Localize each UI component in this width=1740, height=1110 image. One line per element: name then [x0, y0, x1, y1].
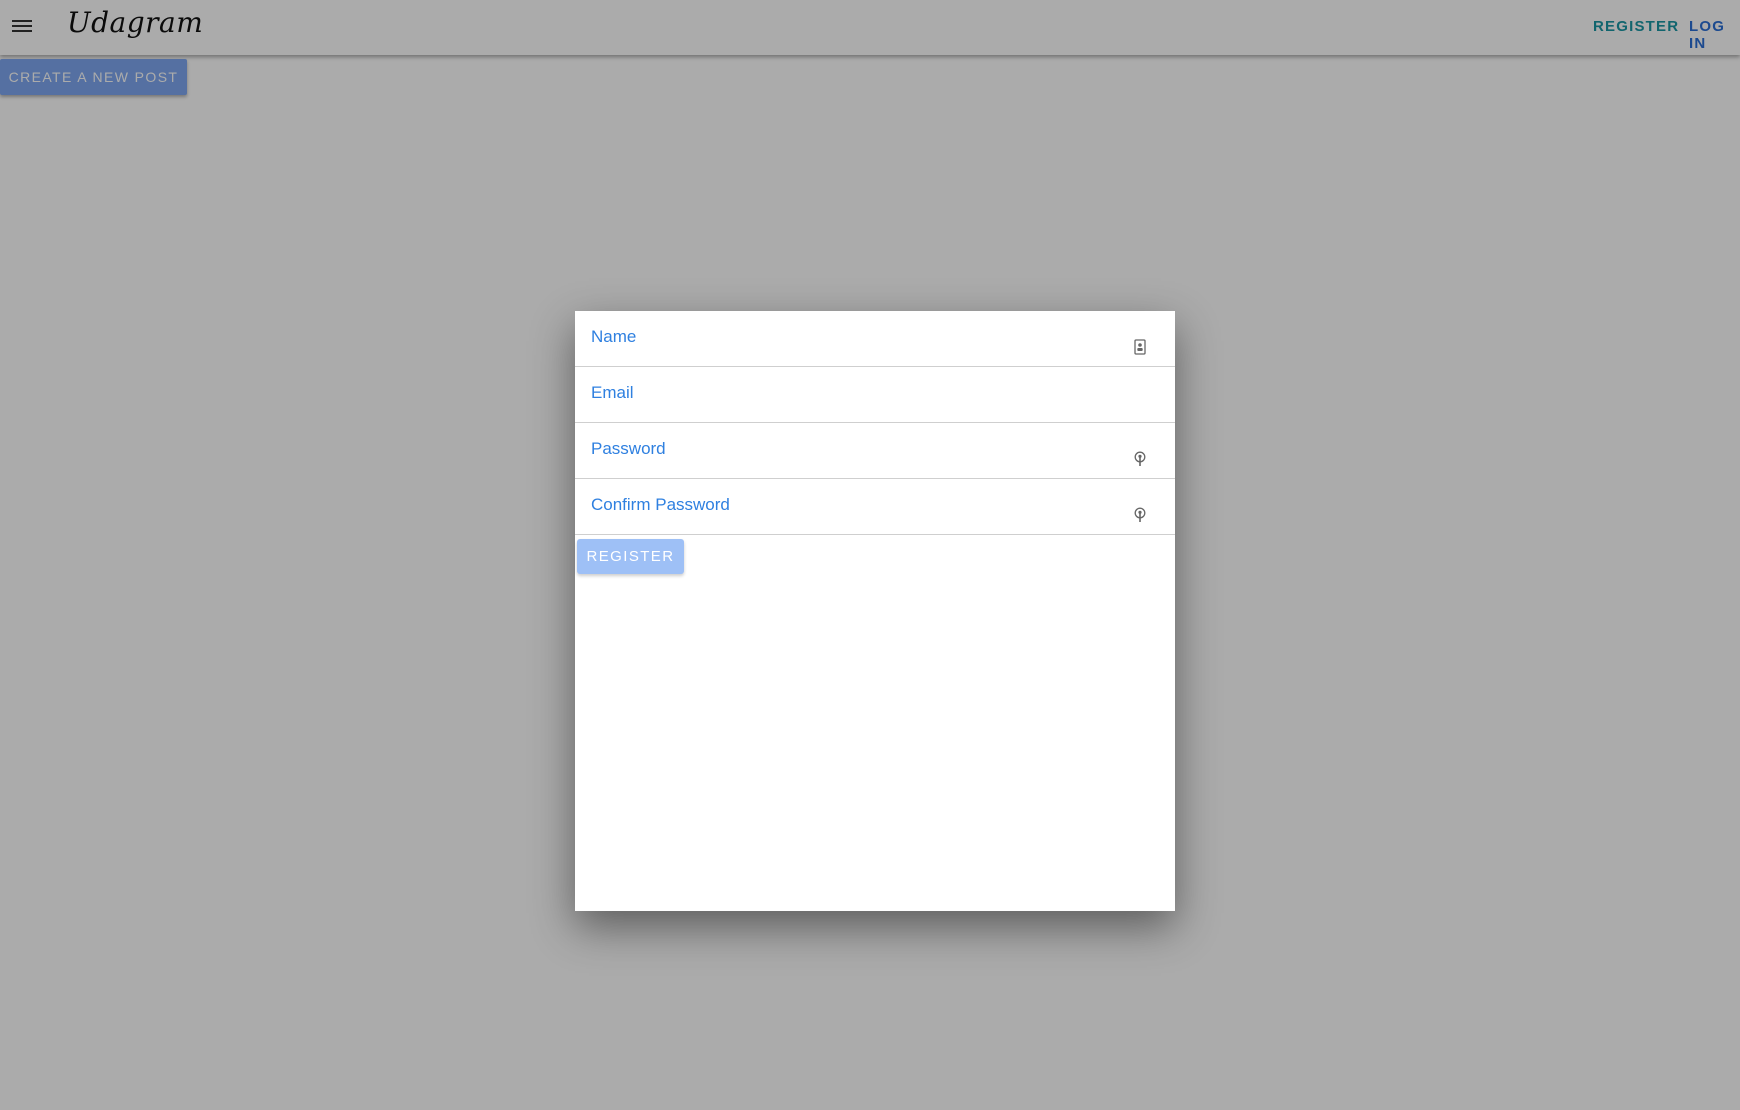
register-submit-button[interactable]: REGISTER — [577, 539, 684, 574]
email-input[interactable] — [575, 367, 1175, 422]
contact-card-icon — [1134, 339, 1146, 355]
password-key-icon — [1134, 507, 1146, 522]
password-field[interactable]: Password — [575, 423, 1175, 479]
confirm-password-input[interactable] — [575, 479, 1175, 534]
password-key-icon — [1134, 451, 1146, 466]
confirm-password-field[interactable]: Confirm Password — [575, 479, 1175, 535]
register-modal: Name Email Password Confirm Password REG… — [575, 311, 1175, 911]
email-field[interactable]: Email — [575, 367, 1175, 423]
password-input[interactable] — [575, 423, 1175, 478]
name-field[interactable]: Name — [575, 311, 1175, 367]
name-input[interactable] — [575, 311, 1175, 366]
